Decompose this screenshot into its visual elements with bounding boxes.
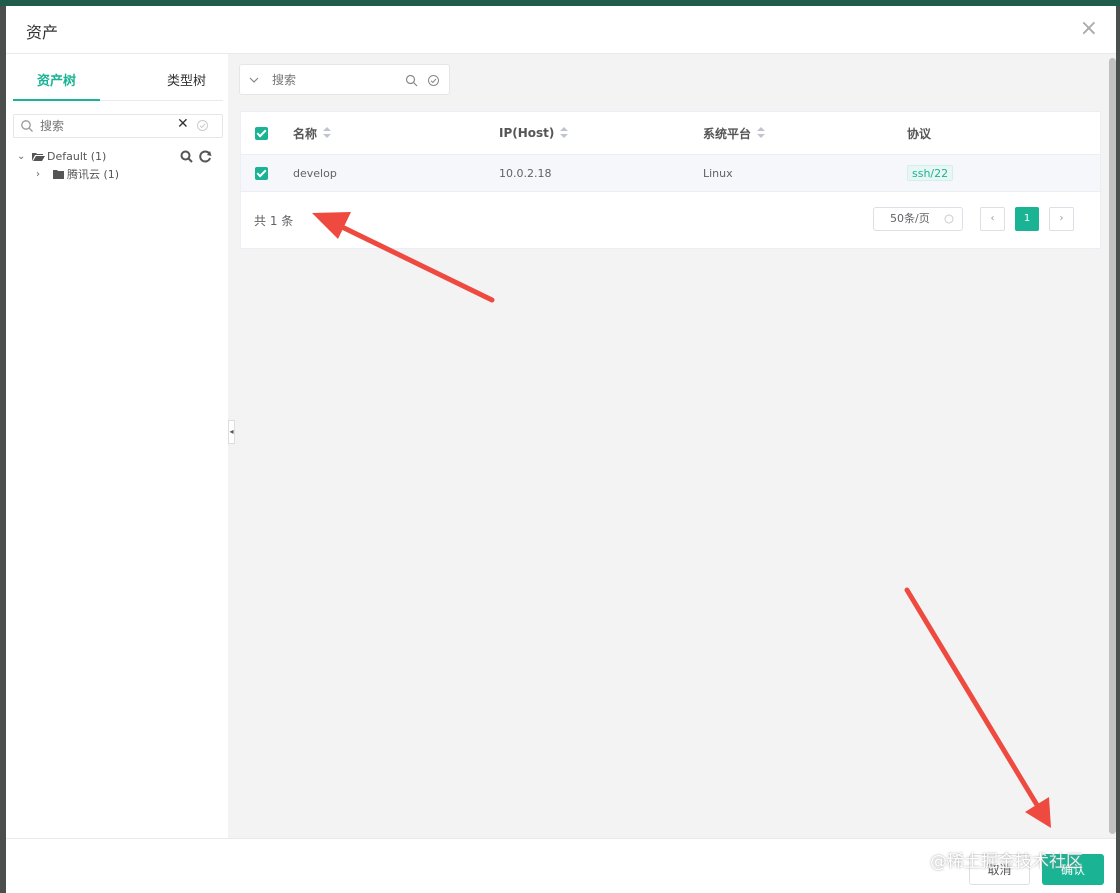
search-icon xyxy=(21,120,33,132)
chevron-down-icon[interactable]: ⌄ xyxy=(17,148,25,166)
search-icon[interactable] xyxy=(405,74,418,87)
folder-icon xyxy=(53,170,64,179)
protocol-tag: ssh/22 xyxy=(907,165,954,181)
chevron-right-icon[interactable]: › xyxy=(36,166,40,184)
check-circle-icon xyxy=(944,214,954,224)
column-name[interactable]: 名称 xyxy=(293,112,332,154)
next-page-button[interactable]: › xyxy=(1049,207,1074,231)
column-protocol: 协议 xyxy=(907,126,932,141)
refresh-icon[interactable] xyxy=(199,150,212,163)
total-count: 共 1 条 xyxy=(254,214,294,228)
tree-search-box: ✕ xyxy=(13,114,223,138)
check-circle-icon[interactable] xyxy=(427,74,440,87)
tree-tabs: 资产树 类型树 xyxy=(13,67,223,101)
confirm-button[interactable]: 确认 xyxy=(1042,854,1104,885)
asset-search-box xyxy=(239,64,450,95)
close-icon[interactable]: × xyxy=(1080,18,1098,40)
tree-panel: 资产树 类型树 ✕ ⌄ Default (1) › 腾讯云 (1) xyxy=(6,54,228,838)
dialog-header: 资产 × xyxy=(6,6,1116,54)
dialog-scrollbar[interactable] xyxy=(1108,58,1116,838)
asset-dialog: 资产 × 资产树 类型树 ✕ ⌄ Default (1) xyxy=(6,6,1116,893)
cell-name: develop xyxy=(293,166,337,180)
collapse-panel-handle[interactable]: ◂ xyxy=(228,420,235,444)
clear-icon[interactable]: ✕ xyxy=(177,116,189,132)
column-ip[interactable]: IP(Host) xyxy=(499,112,569,154)
sort-icon[interactable] xyxy=(757,127,766,139)
sort-icon[interactable] xyxy=(323,127,332,139)
tab-asset-tree[interactable]: 资产树 xyxy=(13,67,100,101)
sort-icon[interactable] xyxy=(560,127,569,139)
tree-node-label: Default (1) xyxy=(47,150,107,163)
asset-search-input[interactable] xyxy=(272,72,392,88)
tree-node-tencent-cloud[interactable]: › 腾讯云 (1) xyxy=(14,166,224,184)
tree-search-input[interactable] xyxy=(40,118,170,134)
check-circle-icon[interactable] xyxy=(196,119,209,132)
scrollbar-thumb[interactable] xyxy=(1109,58,1116,834)
cancel-button[interactable]: 取消 xyxy=(969,854,1030,885)
table-row[interactable]: develop 10.0.2.18 Linux ssh/22 xyxy=(241,155,1100,192)
dialog-title: 资产 xyxy=(26,23,59,42)
cell-platform: Linux xyxy=(703,166,733,180)
row-checkbox[interactable] xyxy=(255,166,268,180)
prev-page-button[interactable]: ‹ xyxy=(980,207,1005,231)
dialog-body: 资产树 类型树 ✕ ⌄ Default (1) › 腾讯云 (1) xyxy=(6,54,1116,838)
page-number-button[interactable]: 1 xyxy=(1015,207,1039,231)
select-all-checkbox[interactable] xyxy=(255,126,268,140)
column-platform[interactable]: 系统平台 xyxy=(703,112,766,154)
chevron-down-icon[interactable] xyxy=(248,74,260,86)
page-size-select[interactable]: 50条/页 xyxy=(873,207,963,231)
select-all-cell xyxy=(255,112,268,154)
table-header: 名称 IP(Host) 系统平台 协议 xyxy=(241,112,1100,155)
folder-open-icon xyxy=(32,153,45,161)
dialog-footer: 取消 确认 xyxy=(6,838,1116,893)
row-select-cell xyxy=(255,155,268,191)
cell-protocol: ssh/22 xyxy=(907,155,954,191)
tab-type-tree[interactable]: 类型树 xyxy=(143,67,230,101)
cell-ip: 10.0.2.18 xyxy=(499,166,552,180)
search-icon[interactable] xyxy=(180,150,193,163)
tree-node-label: 腾讯云 (1) xyxy=(67,168,120,181)
asset-table-card: 名称 IP(Host) 系统平台 协议 develop 10.0.2.18 Li… xyxy=(240,111,1101,249)
